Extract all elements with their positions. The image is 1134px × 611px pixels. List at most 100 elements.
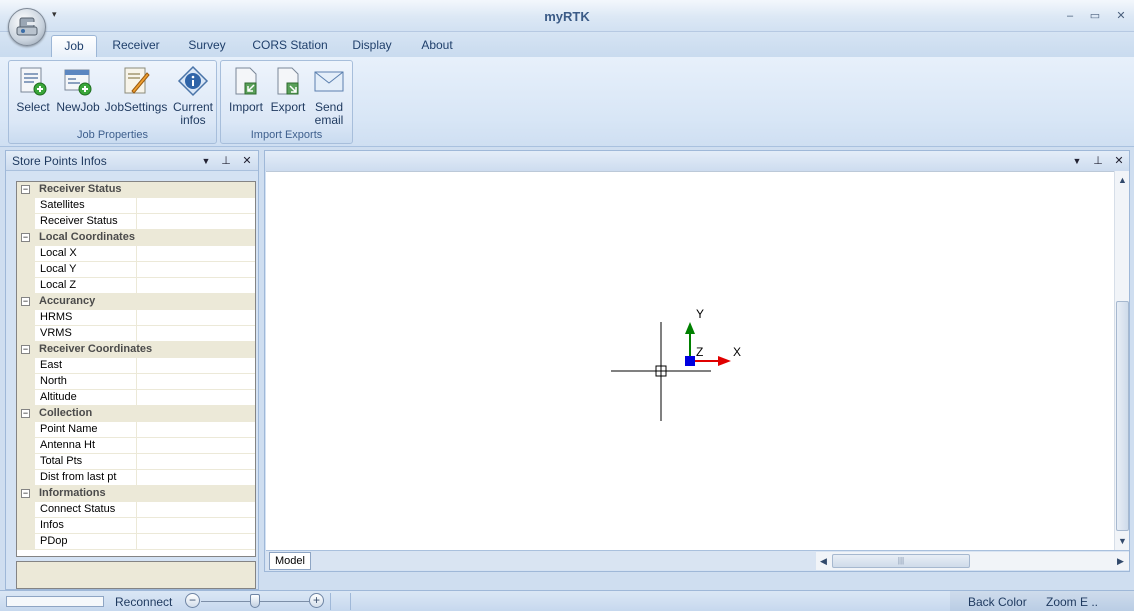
drawing-dropdown-icon[interactable]: ▼: [1069, 153, 1085, 169]
column-divider: [136, 310, 137, 326]
minimize-button[interactable]: –: [1060, 8, 1080, 24]
property-row[interactable]: Total Pts: [17, 454, 255, 470]
title-bar: ▾ myRTK – ▭ ✕: [0, 0, 1134, 32]
store-points-panel-header: Store Points Infos ▼ ⊥ ✕: [6, 151, 258, 171]
property-row[interactable]: Receiver Status: [17, 214, 255, 230]
row-gutter: [17, 518, 35, 534]
property-row[interactable]: Connect Status: [17, 502, 255, 518]
row-gutter: [17, 246, 35, 262]
export-icon: [277, 67, 299, 95]
collapse-icon[interactable]: −: [21, 233, 30, 242]
tab-about[interactable]: About: [414, 35, 460, 57]
panel-pin-icon[interactable]: ⊥: [218, 153, 234, 169]
property-row[interactable]: Local Y: [17, 262, 255, 278]
category-label: Collection: [39, 407, 93, 419]
zoom-extents-button[interactable]: Zoom E ..: [1046, 595, 1098, 609]
vertical-scroll-thumb[interactable]: [1116, 301, 1129, 531]
property-name: HRMS: [40, 311, 73, 323]
collapse-icon[interactable]: −: [21, 409, 30, 418]
panel-dropdown-icon[interactable]: ▼: [198, 153, 214, 169]
zoom-out-button[interactable]: −: [185, 593, 200, 608]
send-email-label-2: email: [314, 113, 344, 127]
tab-survey[interactable]: Survey: [182, 35, 232, 57]
property-row[interactable]: PDop: [17, 534, 255, 550]
drawing-panel-header: ▼ ⊥ ✕: [265, 151, 1129, 171]
tab-receiver[interactable]: Receiver: [108, 35, 164, 57]
property-name: Point Name: [40, 423, 98, 435]
collapse-icon[interactable]: −: [21, 345, 30, 354]
column-divider: [136, 518, 137, 534]
panel-close-icon[interactable]: ✕: [239, 153, 255, 169]
property-name: North: [40, 375, 67, 387]
scroll-left-button[interactable]: ◀: [816, 554, 831, 568]
row-gutter: [17, 310, 35, 326]
property-row[interactable]: Antenna Ht: [17, 438, 255, 454]
column-divider: [136, 262, 137, 278]
category-local-coordinates[interactable]: − Local Coordinates: [17, 230, 255, 246]
maximize-button[interactable]: ▭: [1085, 8, 1105, 24]
horizontal-scroll-thumb[interactable]: |||: [832, 554, 970, 568]
column-divider: [136, 502, 137, 518]
close-button[interactable]: ✕: [1111, 8, 1131, 24]
zoom-in-button[interactable]: +: [309, 593, 324, 608]
property-row[interactable]: Infos: [17, 518, 255, 534]
property-row[interactable]: Altitude: [17, 390, 255, 406]
scroll-down-button[interactable]: ▼: [1115, 534, 1130, 548]
drawing-close-icon[interactable]: ✕: [1111, 153, 1127, 169]
tab-cors-station[interactable]: CORS Station: [250, 35, 330, 57]
zoom-slider-thumb[interactable]: [250, 594, 260, 608]
property-row[interactable]: VRMS: [17, 326, 255, 342]
import-exports-label: Import Exports: [250, 129, 323, 141]
reconnect-button[interactable]: Reconnect: [115, 595, 172, 609]
category-receiver-status[interactable]: − Receiver Status: [17, 182, 255, 198]
column-divider: [136, 326, 137, 342]
job-settings-button[interactable]: JobSettings: [103, 65, 169, 114]
row-gutter: [17, 214, 35, 230]
application-menu-button[interactable]: [8, 8, 46, 46]
column-divider: [136, 214, 137, 230]
vertical-scrollbar[interactable]: ▲ ▼: [1114, 171, 1129, 550]
drawing-pin-icon[interactable]: ⊥: [1090, 153, 1106, 169]
send-email-button[interactable]: Send email: [311, 65, 347, 127]
property-row[interactable]: East: [17, 358, 255, 374]
select-job-button[interactable]: Select: [13, 65, 53, 114]
column-divider: [136, 534, 137, 550]
new-job-button[interactable]: NewJob: [55, 65, 101, 114]
y-axis-arrow: [685, 322, 695, 334]
property-row[interactable]: North: [17, 374, 255, 390]
tab-job[interactable]: Job: [51, 35, 97, 57]
email-icon: [314, 71, 344, 92]
select-job-label: Select: [16, 100, 50, 114]
scroll-right-button[interactable]: ▶: [1113, 554, 1128, 568]
property-row[interactable]: Local Z: [17, 278, 255, 294]
x-axis-label: X: [733, 345, 741, 359]
current-infos-label-1: Current: [172, 100, 213, 114]
category-informations[interactable]: − Informations: [17, 486, 255, 502]
property-row[interactable]: HRMS: [17, 310, 255, 326]
collapse-icon[interactable]: −: [21, 489, 30, 498]
scroll-up-button[interactable]: ▲: [1115, 173, 1130, 187]
property-row[interactable]: Local X: [17, 246, 255, 262]
column-divider: [136, 278, 137, 294]
ribbon: Select NewJob JobSettings Current infos …: [0, 57, 1134, 147]
collapse-icon[interactable]: −: [21, 297, 30, 306]
property-row[interactable]: Point Name: [17, 422, 255, 438]
status-right-area: Back Color Zoom E ..: [950, 591, 1134, 611]
cad-canvas[interactable]: Y Z X: [266, 171, 1114, 550]
category-accurancy[interactable]: − Accurancy: [17, 294, 255, 310]
layout-tab-bar: Model ◀ ||| ▶: [266, 550, 1129, 570]
tab-display[interactable]: Display: [346, 35, 398, 57]
export-button[interactable]: Export: [267, 65, 309, 114]
model-tab[interactable]: Model: [269, 552, 311, 570]
category-receiver-coordinates[interactable]: − Receiver Coordinates: [17, 342, 255, 358]
horizontal-scrollbar[interactable]: ◀ ||| ▶: [816, 552, 1129, 570]
category-collection[interactable]: − Collection: [17, 406, 255, 422]
property-row[interactable]: Dist from last pt: [17, 470, 255, 486]
import-button[interactable]: Import: [225, 65, 267, 114]
property-row[interactable]: Satellites: [17, 198, 255, 214]
job-properties-label: Job Properties: [77, 129, 148, 141]
back-color-button[interactable]: Back Color: [968, 595, 1027, 609]
collapse-icon[interactable]: −: [21, 185, 30, 194]
current-infos-button[interactable]: Current infos: [171, 65, 215, 127]
info-icon: [177, 65, 209, 97]
